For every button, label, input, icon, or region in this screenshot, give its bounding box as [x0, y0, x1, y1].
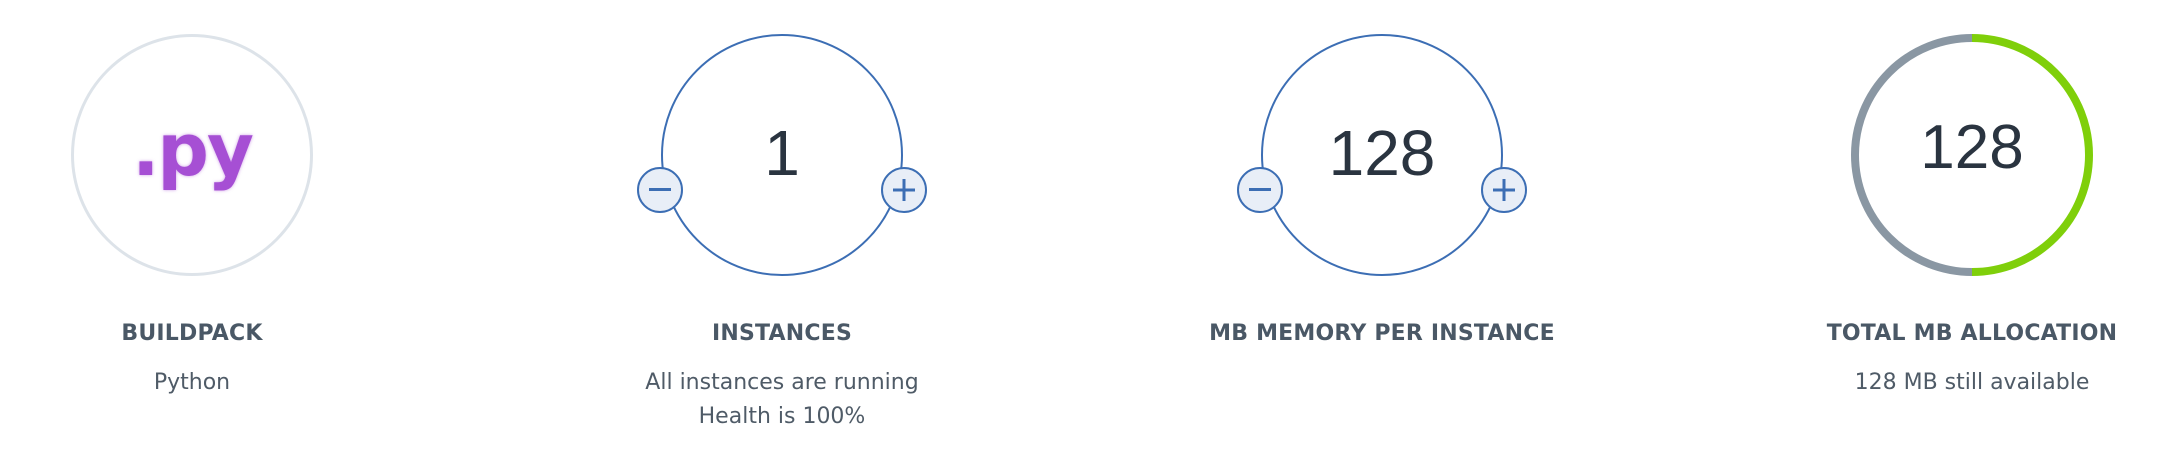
memory-increment-button[interactable]: [1481, 167, 1527, 213]
minus-icon: [649, 188, 671, 191]
total-allocation-value: 128: [1920, 113, 2024, 182]
instances-circle: 1: [637, 34, 927, 276]
memory-panel: 128 MB MEMORY PER INSTANCE: [1172, 0, 1592, 452]
memory-value: 128: [1328, 117, 1436, 189]
buildpack-label: BUILDPACK: [121, 321, 263, 346]
minus-icon: [1249, 188, 1271, 191]
instances-health: Health is 100%: [698, 404, 866, 429]
buildpack-circle: .py: [71, 34, 313, 276]
memory-circle: 128: [1237, 34, 1527, 276]
plus-icon: [1493, 179, 1515, 201]
plus-icon: [893, 179, 915, 201]
memory-decrement-button[interactable]: [1237, 167, 1283, 213]
buildpack-value: Python: [153, 370, 231, 395]
memory-label: MB MEMORY PER INSTANCE: [1209, 321, 1555, 346]
buildpack-panel: .py BUILDPACK Python: [0, 0, 402, 452]
instances-status: All instances are running: [645, 370, 919, 395]
instances-panel: 1 INSTANCES All instances are running He…: [572, 0, 992, 452]
python-logo: .py: [132, 108, 254, 192]
total-allocation-panel: 128 TOTAL MB ALLOCATION 128 MB still ava…: [1762, 0, 2168, 452]
instances-increment-button[interactable]: [881, 167, 927, 213]
total-allocation-label: TOTAL MB ALLOCATION: [1826, 321, 2118, 346]
instances-count: 1: [764, 117, 800, 189]
instances-label: INSTANCES: [712, 321, 852, 346]
total-allocation-gauge: 128: [1851, 34, 2093, 276]
instances-decrement-button[interactable]: [637, 167, 683, 213]
available-memory-text: 128 MB still available: [1854, 370, 2090, 395]
